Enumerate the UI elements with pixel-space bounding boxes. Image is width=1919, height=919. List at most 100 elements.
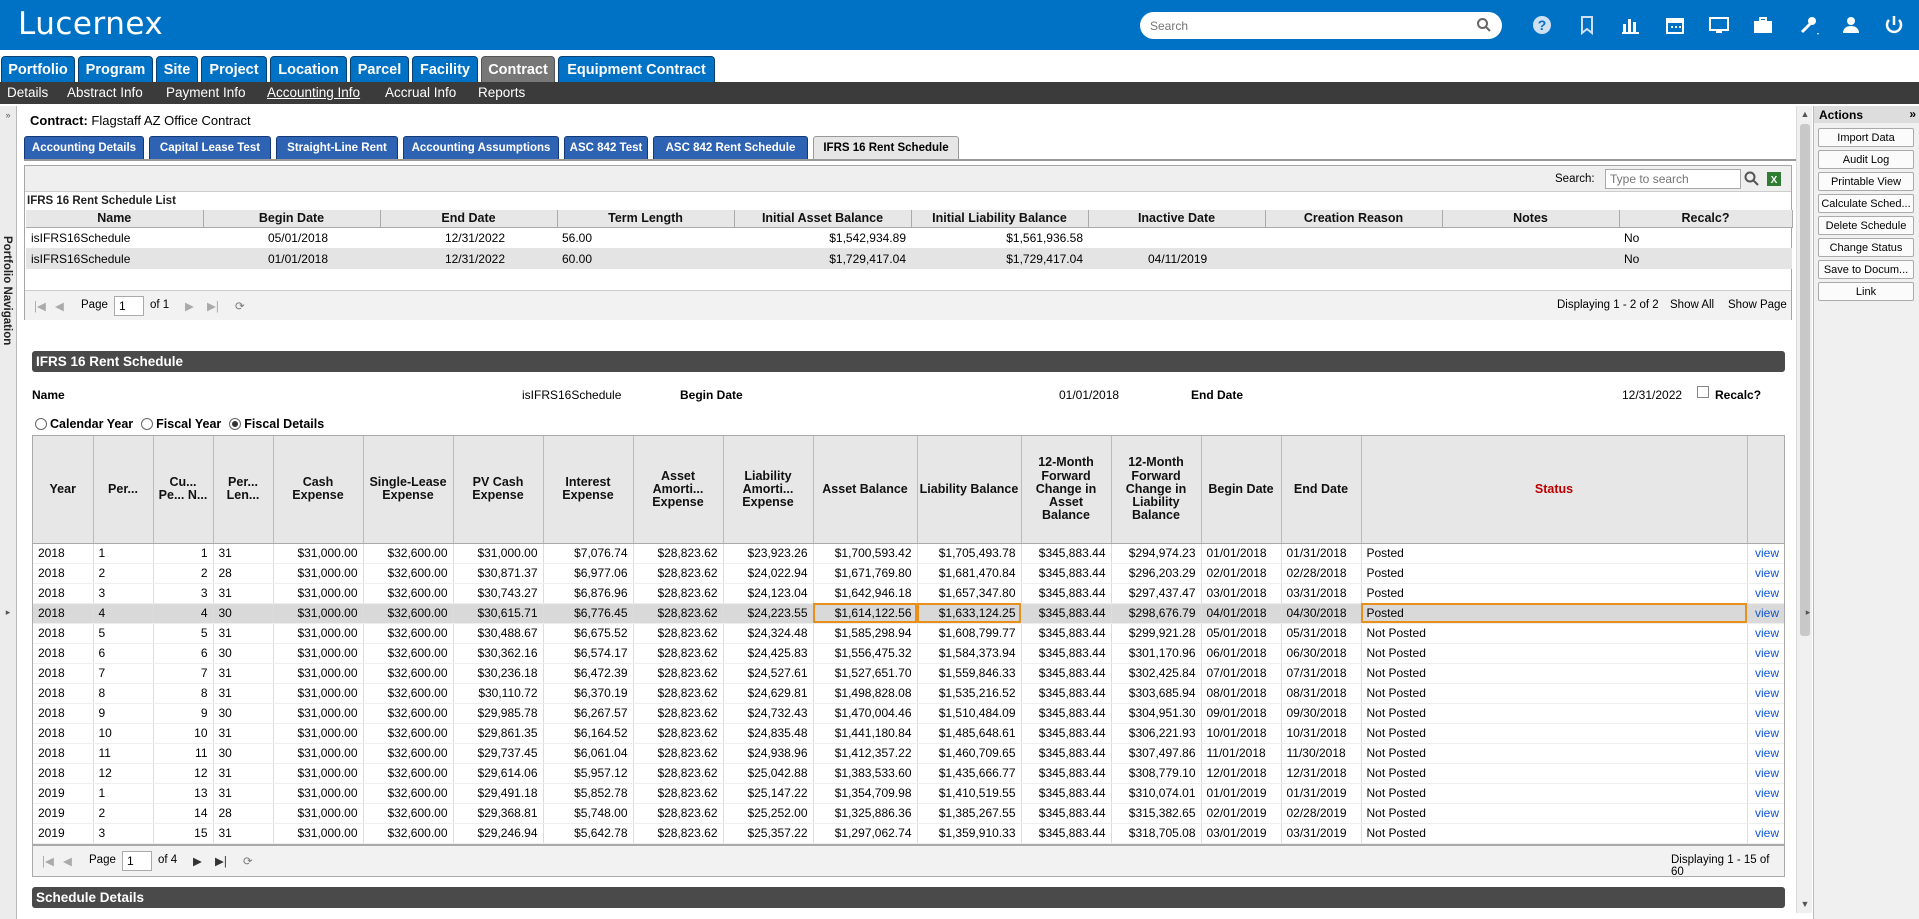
subnav-accounting-info[interactable]: Accounting Info — [267, 85, 360, 100]
user-icon[interactable] — [1839, 13, 1863, 37]
calendar-year-radio[interactable] — [35, 418, 47, 430]
printable-view-button[interactable]: Printable View — [1818, 172, 1914, 191]
monitor-icon[interactable] — [1707, 13, 1731, 37]
col-initial-asset-balance[interactable]: Initial Asset Balance — [734, 210, 912, 228]
global-search-input[interactable] — [1150, 17, 1470, 35]
col-period[interactable]: Per... — [93, 436, 154, 544]
tab-accounting-assumptions[interactable]: Accounting Assumptions — [403, 136, 559, 159]
first-page-icon[interactable]: |◀ — [42, 854, 54, 868]
excel-export-icon[interactable]: X — [1765, 170, 1783, 188]
col-status[interactable]: Status — [1361, 436, 1748, 544]
view-link[interactable]: view — [1747, 563, 1784, 584]
col-name[interactable]: Name — [26, 210, 204, 228]
view-link[interactable]: view — [1747, 543, 1784, 564]
table-row[interactable]: 2018 7 7 31 $31,000.00 $32,600.00 $30,236.18 $6… — [33, 663, 1784, 684]
view-link[interactable]: view — [1747, 783, 1784, 804]
fiscal-details-option[interactable]: Fiscal Details — [229, 417, 324, 431]
page-input[interactable] — [114, 296, 144, 316]
expand-arrow-icon[interactable]: ▸ — [1800, 604, 1816, 620]
col-recalc[interactable]: Recalc? — [1619, 210, 1793, 228]
tab-location[interactable]: Location — [270, 56, 347, 82]
view-link[interactable]: view — [1747, 803, 1784, 824]
col-term-length[interactable]: Term Length — [557, 210, 735, 228]
scroll-down-icon[interactable]: ▼ — [1797, 896, 1813, 912]
refresh-icon[interactable]: ⟳ — [235, 299, 245, 313]
global-search[interactable] — [1140, 12, 1502, 39]
col-view[interactable] — [1747, 436, 1784, 544]
tab-contract[interactable]: Contract — [481, 56, 555, 82]
prev-page-icon[interactable]: ◀ — [55, 299, 64, 313]
calculate-schedule-button[interactable]: Calculate Sched... — [1818, 194, 1914, 213]
recalc-checkbox[interactable] — [1697, 386, 1709, 398]
show-page-link[interactable]: Show Page — [1728, 299, 1787, 311]
next-page-icon[interactable]: ▶ — [185, 299, 194, 313]
briefcase-icon[interactable] — [1751, 13, 1775, 37]
col-liability-amortization-expense[interactable]: Liability Amorti... Expense — [723, 436, 814, 544]
col-initial-liability-balance[interactable]: Initial Liability Balance — [911, 210, 1089, 228]
table-row[interactable]: 2018 9 9 30 $31,000.00 $32,600.00 $29,985.78 $6… — [33, 703, 1784, 724]
calendar-icon[interactable] — [1663, 13, 1687, 37]
table-row[interactable]: 2018 1 1 31 $31,000.00 $32,600.00 $31,000.00 $7… — [33, 543, 1784, 564]
col-cash-expense[interactable]: Cash Expense — [273, 436, 364, 544]
tab-ifrs16-rent-schedule[interactable]: IFRS 16 Rent Schedule — [813, 136, 959, 159]
tab-capital-lease-test[interactable]: Capital Lease Test — [149, 136, 271, 159]
help-icon[interactable]: ? — [1531, 13, 1555, 37]
table-row[interactable]: 2018 12 12 31 $31,000.00 $32,600.00 $29,614.06… — [33, 763, 1784, 784]
col-asset-balance-forward-change[interactable]: 12-Month Forward Change in Asset Balance — [1021, 436, 1112, 544]
tools-icon[interactable] — [1797, 13, 1821, 37]
fiscal-details-radio[interactable] — [229, 418, 242, 430]
col-end-date[interactable]: End Date — [1281, 436, 1362, 544]
view-link[interactable]: view — [1747, 623, 1784, 644]
col-liability-balance-forward-change[interactable]: 12-Month Forward Change in Liability Bal… — [1111, 436, 1202, 544]
search-icon[interactable] — [1476, 17, 1492, 33]
col-begin-date[interactable]: Begin Date — [1201, 436, 1282, 544]
bookmark-icon[interactable] — [1575, 13, 1599, 37]
page-input[interactable] — [122, 851, 152, 871]
scroll-up-icon[interactable]: ▲ — [1797, 106, 1813, 122]
col-cumulative-period-number[interactable]: Cu... Pe... N... — [153, 436, 214, 544]
fiscal-year-radio[interactable] — [141, 418, 154, 430]
table-row[interactable]: 2018 2 2 28 $31,000.00 $32,600.00 $30,871.37 $6… — [33, 563, 1784, 584]
power-icon[interactable] — [1882, 13, 1906, 37]
table-row[interactable]: 2018 10 10 31 $31,000.00 $32,600.00 $29,861.35… — [33, 723, 1784, 744]
tab-facility[interactable]: Facility — [412, 56, 478, 82]
audit-log-button[interactable]: Audit Log — [1818, 150, 1914, 169]
delete-schedule-button[interactable]: Delete Schedule — [1818, 216, 1914, 235]
subnav-reports[interactable]: Reports — [478, 85, 525, 100]
last-page-icon[interactable]: ▶| — [207, 299, 219, 313]
first-page-icon[interactable]: |◀ — [34, 299, 46, 313]
table-row[interactable]: 2019 1 13 31 $31,000.00 $32,600.00 $29,491.18 $… — [33, 783, 1784, 804]
link-button[interactable]: Link — [1818, 282, 1914, 301]
fiscal-year-option[interactable]: Fiscal Year — [141, 417, 221, 431]
prev-page-icon[interactable]: ◀ — [63, 854, 72, 868]
tab-asc842-rent-schedule[interactable]: ASC 842 Rent Schedule — [653, 136, 808, 159]
table-row[interactable]: 2018 11 11 30 $31,000.00 $32,600.00 $29,737.45… — [33, 743, 1784, 764]
col-begin-date[interactable]: Begin Date — [203, 210, 381, 228]
tab-program[interactable]: Program — [78, 56, 153, 82]
collapse-icon[interactable]: » — [1909, 107, 1916, 121]
table-row[interactable]: 2018 5 5 31 $31,000.00 $32,600.00 $30,488.67 $6… — [33, 623, 1784, 644]
last-page-icon[interactable]: ▶| — [215, 854, 227, 868]
collapse-arrow-icon[interactable]: ▸ — [0, 604, 16, 620]
tab-asc842-test[interactable]: ASC 842 Test — [564, 136, 648, 159]
table-row[interactable]: 2019 3 15 31 $31,000.00 $32,600.00 $29,246.94 $… — [33, 823, 1784, 844]
bar-chart-icon[interactable] — [1619, 13, 1643, 37]
col-liability-balance[interactable]: Liability Balance — [917, 436, 1022, 544]
subnav-details[interactable]: Details — [7, 85, 48, 100]
content-scrollbar[interactable]: ▲ ▼ — [1796, 106, 1812, 913]
col-single-lease-expense[interactable]: Single-Lease Expense — [363, 436, 454, 544]
table-row[interactable]: isIFRS16Schedule 05/01/2018 12/31/2022 5… — [26, 227, 1792, 248]
view-link[interactable]: view — [1747, 663, 1784, 684]
calendar-year-option[interactable]: Calendar Year — [35, 417, 133, 431]
search-icon[interactable] — [1743, 170, 1761, 188]
view-link[interactable]: view — [1747, 723, 1784, 744]
subnav-payment-info[interactable]: Payment Info — [166, 85, 246, 100]
lucernex-logo[interactable]: Lucernex — [18, 6, 163, 42]
view-link[interactable]: view — [1747, 683, 1784, 704]
table-row[interactable]: 2019 2 14 28 $31,000.00 $32,600.00 $29,368.81 $… — [33, 803, 1784, 824]
next-page-icon[interactable]: ▶ — [193, 854, 202, 868]
view-link[interactable]: view — [1747, 603, 1784, 624]
tab-site[interactable]: Site — [156, 56, 198, 82]
scroll-thumb[interactable] — [1800, 124, 1810, 636]
view-link[interactable]: view — [1747, 643, 1784, 664]
